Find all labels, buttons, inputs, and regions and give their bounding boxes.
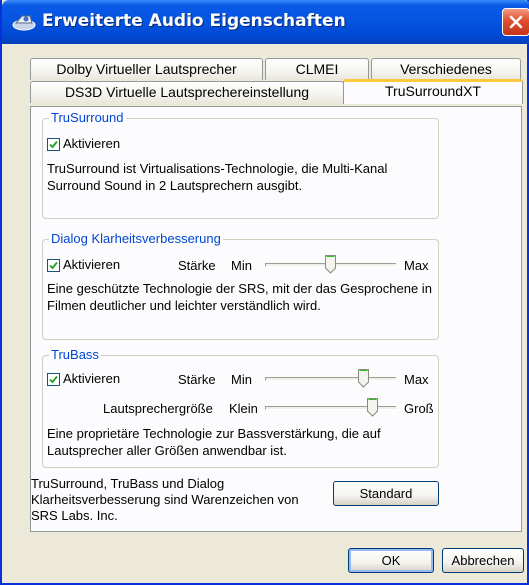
small-label: Klein [229,401,258,416]
tab-trusurroundxt[interactable]: TruSurroundXT [343,79,523,104]
tab-verschiedenes[interactable]: Verschiedenes [371,58,521,80]
checkmark-icon [49,375,58,384]
title-bar[interactable]: Erweiterte Audio Eigenschaften [2,0,529,44]
trusurround-description: TruSurround ist Virtualisations-Technolo… [47,161,388,193]
trubass-strength-slider-thumb[interactable] [358,369,369,388]
trubass-strength-slider-track[interactable] [265,377,396,381]
window-title: Erweiterte Audio Eigenschaften [42,11,346,31]
group-title: TruSurround [49,110,126,125]
group-trubass: TruBass Aktivieren Stärke Min Max Lautsp… [42,347,439,468]
group-title: TruBass [49,347,101,362]
enable-label: Aktivieren [63,136,121,151]
dialog-window: Erweiterte Audio Eigenschaften Dolby Vir… [0,0,529,585]
max-label: Max [404,258,429,273]
dialog-strength-slider-thumb[interactable] [325,255,336,274]
checkmark-icon [49,261,58,270]
dialog-enable-checkbox[interactable] [47,259,60,272]
enable-label: Aktivieren [63,371,121,386]
trusurround-enable-checkbox[interactable] [47,138,60,151]
trubass-enable-checkbox[interactable] [47,373,60,386]
trubass-description: Eine proprietäre Technologie zur Bassver… [47,426,381,458]
enable-label: Aktivieren [63,257,121,272]
min-label: Min [231,258,252,273]
min-label: Min [231,372,252,387]
group-trusurround: TruSurround Aktivieren TruSurround ist V… [42,110,439,219]
tab-ds3d-virtual-speaker-setup[interactable]: DS3D Virtuelle Lautsprechereinstellung [30,81,344,103]
speaker-size-label: Lautsprechergröße [103,401,213,416]
ok-button[interactable]: OK [348,548,434,573]
large-label: Groß [404,401,434,416]
trademark-notice: TruSurround, TruBass und Dialog Klarheit… [31,476,299,523]
checkmark-icon [49,140,58,149]
tab-dolby-virtual-speaker[interactable]: Dolby Virtueller Lautsprecher [30,58,263,80]
max-label: Max [404,372,429,387]
speaker-icon [12,15,36,31]
dialog-description: Eine geschützte Technologie der SRS, mit… [47,281,432,313]
speaker-size-slider-thumb[interactable] [367,398,378,417]
tab-panel-trusurroundxt: TruSurround Aktivieren TruSurround ist V… [30,106,522,532]
strength-label: Stärke [178,258,216,273]
close-button[interactable] [502,8,529,36]
tab-clmei[interactable]: CLMEI [265,58,369,80]
group-title: Dialog Klarheitsverbesserung [49,231,223,246]
close-icon [509,15,523,29]
group-dialog-clarity: Dialog Klarheitsverbesserung Aktivieren … [42,231,439,340]
strength-label: Stärke [178,372,216,387]
standard-button[interactable]: Standard [333,481,439,506]
cancel-button[interactable]: Abbrechen [442,548,524,573]
